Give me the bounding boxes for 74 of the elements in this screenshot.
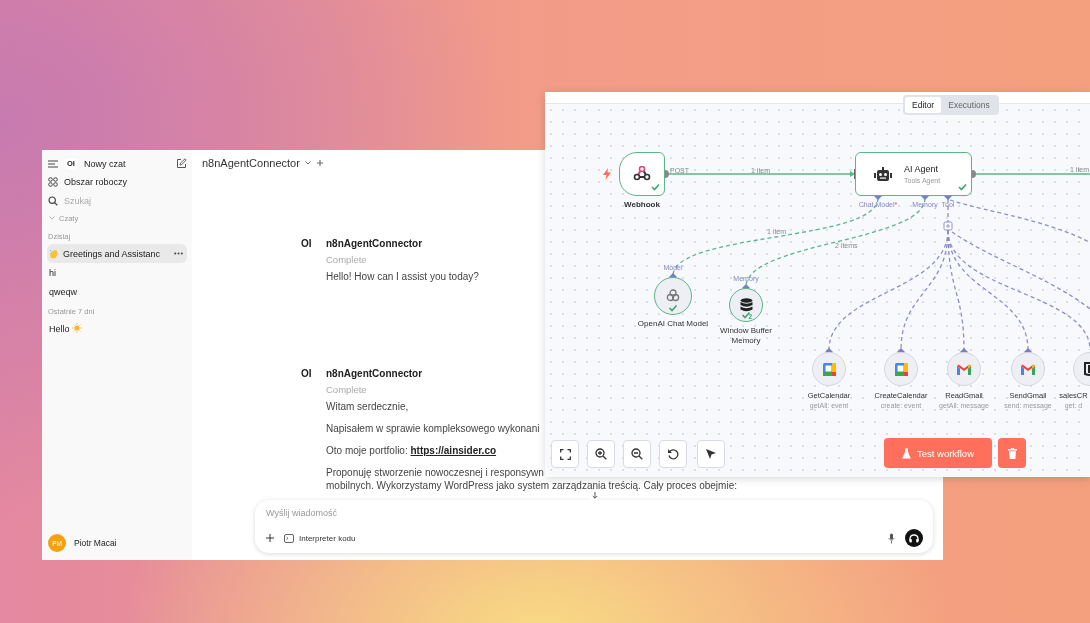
cursor-icon	[705, 448, 717, 460]
undo-icon	[667, 448, 679, 460]
arrow-down-icon	[591, 492, 598, 499]
voice-button[interactable]	[905, 529, 923, 547]
expand-icon	[559, 448, 571, 460]
more-icon[interactable]	[174, 252, 183, 255]
tab[interactable]: Editor	[905, 97, 942, 113]
tool-node[interactable]	[812, 352, 846, 386]
author-name: n8nAgentConnector	[326, 368, 423, 379]
plus-icon[interactable]	[266, 534, 274, 542]
zoom-to-fit-button[interactable]	[551, 440, 579, 468]
zoom-in-button[interactable]	[587, 440, 615, 468]
robot-icon	[874, 166, 892, 182]
node-label: OpenAI Chat Model	[636, 319, 710, 329]
chat-item[interactable]: Greetings and Assistanc	[47, 244, 187, 263]
new-chat-button[interactable]: Nowy czat	[83, 158, 170, 169]
message-text: Napisałem w sprawie kompleksowego wykonani	[326, 422, 540, 435]
tool-node[interactable]	[947, 352, 981, 386]
delete-button[interactable]	[998, 438, 1026, 468]
mail-icon	[957, 363, 971, 375]
mail-icon	[1021, 363, 1035, 375]
microphone-icon[interactable]	[888, 532, 895, 544]
link[interactable]: https://ainsider.co	[410, 445, 497, 456]
lightning-icon	[603, 168, 611, 180]
tool-node[interactable]	[1011, 352, 1045, 386]
menu-icon[interactable]	[48, 159, 58, 168]
message-text: Hello! How can I assist you today?	[326, 270, 479, 283]
author-name: n8nAgentConnector	[326, 238, 423, 249]
message-text: Oto moje portfolio: https://ainsider.co	[326, 444, 497, 457]
webhook-icon	[633, 166, 651, 182]
webhook-node[interactable]	[619, 152, 665, 196]
message-text: Witam serdecznie,	[326, 400, 409, 413]
reset-zoom-button[interactable]	[659, 440, 687, 468]
chat-item[interactable]: qweqw	[47, 282, 187, 301]
message-field[interactable]: Wyślij wiadomość	[266, 508, 466, 518]
sun-icon	[72, 323, 83, 333]
search-icon	[48, 195, 58, 206]
message-text: mobilnych. Wykorzystamy WordPress jako system zarządzania treścią. Cały proces obejmie:	[326, 479, 737, 492]
node-label: Webhook	[623, 200, 661, 210]
grid-icon	[48, 176, 58, 187]
search-field[interactable]: Szukaj	[64, 195, 164, 206]
sub-node[interactable]	[654, 277, 692, 315]
tool-node[interactable]	[884, 352, 918, 386]
tidy-up-button[interactable]	[697, 440, 725, 468]
user-name: Piotr Macai	[74, 538, 117, 548]
zoom-in-icon	[595, 448, 607, 460]
hand-icon	[49, 248, 59, 259]
calendar-icon	[822, 362, 836, 376]
zoom-out-icon	[631, 448, 643, 460]
compose-icon[interactable]	[176, 158, 187, 169]
trash-icon	[1007, 447, 1017, 459]
node-title: AI Agent	[904, 164, 940, 174]
status-text: Complete	[326, 384, 367, 395]
tab[interactable]: Executions	[941, 97, 997, 113]
calendar-icon	[894, 362, 908, 376]
plus-icon[interactable]	[316, 160, 323, 166]
status-text: Complete	[326, 254, 367, 265]
workspace-link[interactable]: Obszar roboczy	[47, 172, 187, 191]
model-selector[interactable]: n8nAgentConnector	[202, 157, 311, 169]
headphones-icon	[909, 533, 919, 543]
flask-icon	[902, 447, 911, 459]
chat-item[interactable]: hi	[47, 263, 187, 282]
chevron-icon	[49, 216, 55, 220]
chevron-icon	[304, 161, 311, 165]
assistant-logo: OI	[301, 368, 313, 381]
code-interpreter-button[interactable]: Interpreter kodu	[284, 533, 356, 543]
zoom-out-button[interactable]	[623, 440, 651, 468]
chat-item[interactable]: Hello	[47, 319, 187, 338]
node-label: Window Buffer Memory	[719, 326, 773, 346]
assistant-logo: OI	[301, 238, 313, 251]
terminal-icon	[284, 533, 294, 543]
database-icon	[739, 298, 753, 312]
message-text: Proponuję stworzenie nowoczesnej i responsywn	[326, 466, 544, 479]
knot-icon	[666, 289, 680, 303]
